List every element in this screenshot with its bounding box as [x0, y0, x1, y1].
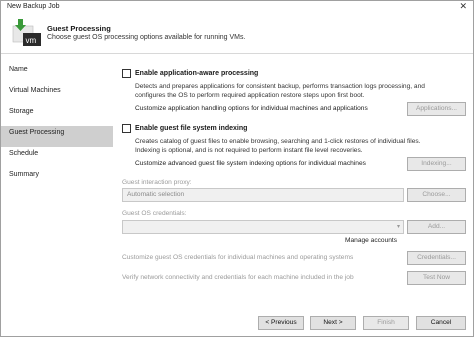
sidebar-item-summary[interactable]: Summary: [1, 168, 113, 189]
title-bar: New Backup Job ✕: [1, 1, 473, 13]
app-aware-customize-text: Customize application handling options f…: [135, 105, 368, 112]
logo-text: vm: [26, 36, 37, 45]
test-now-button[interactable]: Test Now: [407, 271, 466, 285]
app-aware-checkbox[interactable]: [122, 69, 131, 78]
sidebar-item-name[interactable]: Name: [1, 63, 113, 84]
sidebar-item-schedule[interactable]: Schedule: [1, 147, 113, 168]
per-machine-text: Customize guest OS credentials for indiv…: [122, 254, 354, 261]
fs-index-customize-text: Customize advanced guest file system ind…: [135, 160, 366, 167]
fs-index-desc-2: Indexing is optional, and is not require…: [135, 147, 363, 154]
app-aware-label[interactable]: Enable application-aware processing: [135, 70, 258, 77]
sidebar-item-guest-processing[interactable]: Guest Processing: [1, 126, 113, 147]
fs-index-label[interactable]: Enable guest file system indexing: [135, 125, 247, 132]
app-aware-desc-1: Detects and prepares applications for co…: [135, 83, 425, 90]
indexing-button[interactable]: Indexing...: [407, 157, 466, 171]
fs-index-checkbox[interactable]: [122, 124, 131, 133]
previous-button[interactable]: < Previous: [258, 316, 304, 330]
verify-text: Verify network connectivity and credenti…: [122, 274, 354, 281]
credentials-button[interactable]: Credentials...: [407, 251, 466, 265]
vm-download-logo-icon: vm: [12, 19, 41, 46]
fs-index-desc-1: Creates catalog of guest files to enable…: [135, 138, 421, 145]
sidebar-item-storage[interactable]: Storage: [1, 105, 113, 126]
close-icon[interactable]: ✕: [459, 1, 467, 12]
cancel-button[interactable]: Cancel: [416, 316, 466, 330]
chevron-down-icon: ▾: [396, 224, 400, 230]
proxy-field[interactable]: Automatic selection: [122, 188, 404, 202]
backup-job-window: New Backup Job ✕ vm Guest Processing Cho…: [0, 0, 474, 337]
app-aware-desc-2: configures the OS to perform required ap…: [135, 92, 365, 99]
proxy-label: Guest interaction proxy:: [122, 179, 192, 186]
page-subtitle: Choose guest OS processing options avail…: [47, 34, 246, 41]
sidebar-item-virtual-machines[interactable]: Virtual Machines: [1, 84, 113, 105]
next-button[interactable]: Next >: [310, 316, 356, 330]
credentials-select[interactable]: ▾: [122, 220, 404, 234]
page-title: Guest Processing: [47, 24, 111, 33]
manage-accounts-link[interactable]: Manage accounts: [345, 237, 397, 244]
wizard-steps: Name Virtual Machines Storage Guest Proc…: [1, 63, 113, 189]
add-credentials-button[interactable]: Add...: [407, 220, 466, 234]
wizard-header: vm Guest Processing Choose guest OS proc…: [1, 14, 473, 54]
window-title: New Backup Job: [7, 3, 60, 10]
finish-button[interactable]: Finish: [363, 316, 409, 330]
credentials-label: Guest OS credentials:: [122, 210, 187, 217]
choose-proxy-button[interactable]: Choose...: [407, 188, 466, 202]
applications-button[interactable]: Applications...: [407, 102, 466, 116]
